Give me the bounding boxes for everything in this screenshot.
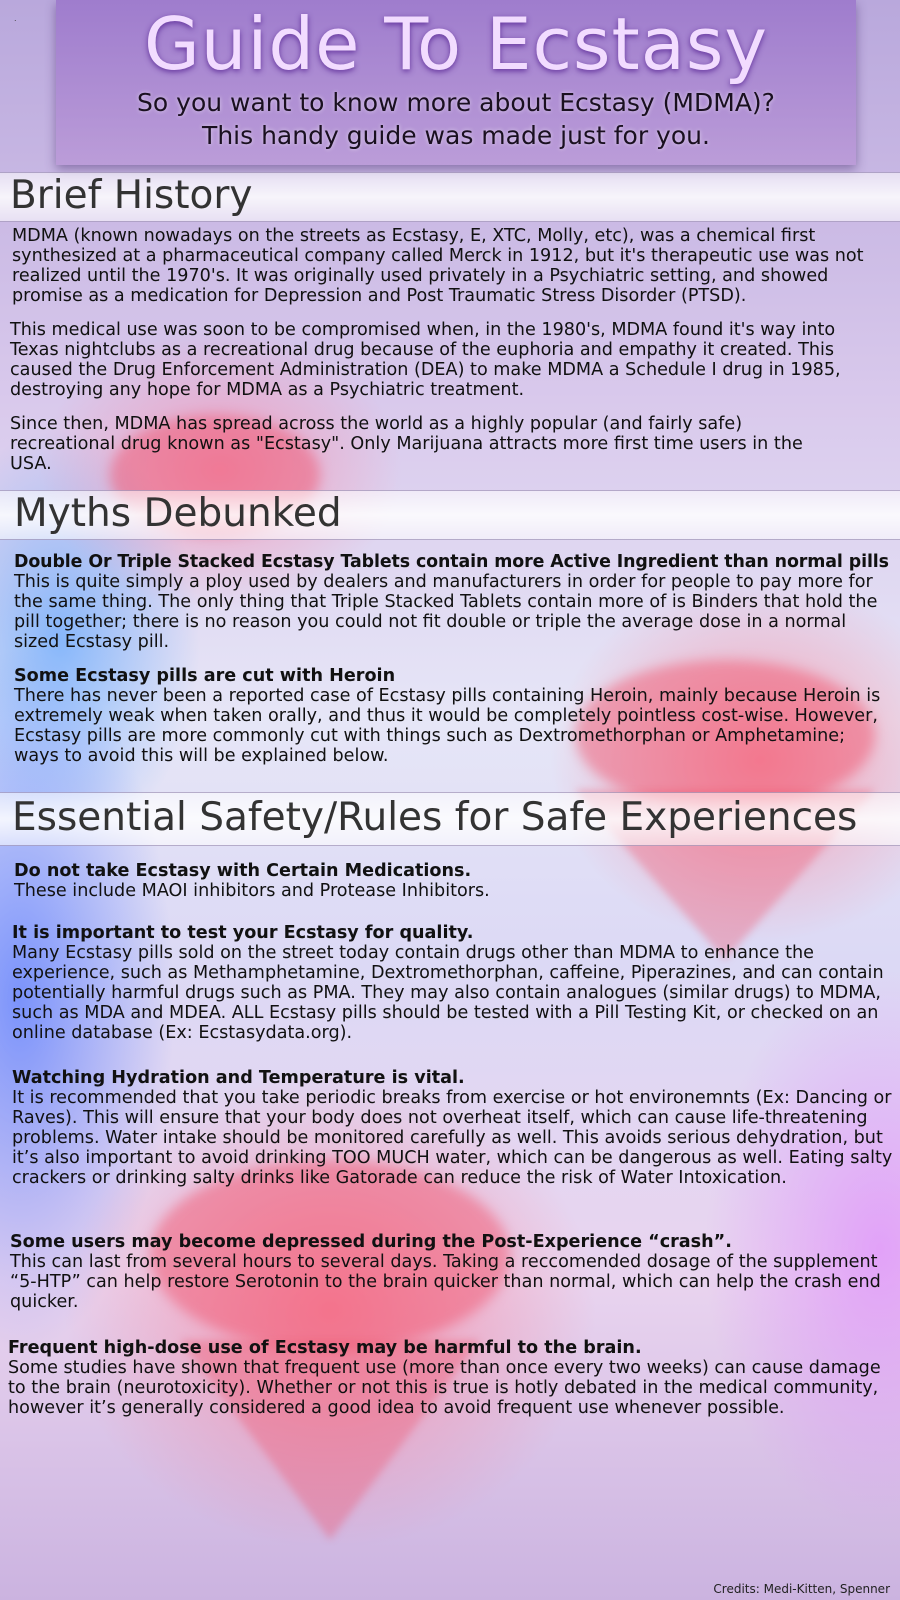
myth-1-heading: Double Or Triple Stacked Ecstasy Tablets… [14, 552, 889, 572]
section-title-history: Brief History [10, 173, 253, 218]
history-paragraph-2: This medical use was soon to be compromi… [10, 320, 841, 400]
header-banner: Guide To Ecstasy So you want to know mor… [56, 0, 856, 165]
safety-4-body: This can last from several hours to seve… [10, 1252, 881, 1312]
credits: Credits: Medi-Kitten, Spenner [713, 1582, 890, 1596]
subtitle-line-2: This handy guide was made just for you. [202, 121, 710, 150]
section-title-myths: Myths Debunked [14, 491, 342, 536]
history-paragraph-3: Since then, MDMA has spread across the w… [10, 414, 803, 474]
section-band-safety: Essential Safety/Rules for Safe Experien… [0, 792, 900, 846]
safety-2-heading: It is important to test your Ecstasy for… [12, 923, 474, 943]
corner-mark: . [14, 14, 17, 23]
page-title: Guide To Ecstasy [143, 2, 769, 86]
myth-1-body: This is quite simply a ploy used by deal… [14, 572, 878, 652]
subtitle-line-1: So you want to know more about Ecstasy (… [137, 88, 775, 117]
safety-2-body: Many Ecstasy pills sold on the street to… [12, 943, 884, 1043]
safety-3-body: It is recommended that you take periodic… [12, 1088, 893, 1188]
safety-1-heading: Do not take Ecstasy with Certain Medicat… [14, 861, 472, 881]
safety-5-heading: Frequent high-dose use of Ecstasy may be… [8, 1338, 642, 1358]
section-band-myths: Myths Debunked [0, 490, 900, 540]
safety-5-body: Some studies have shown that frequent us… [8, 1358, 881, 1418]
myth-2-heading: Some Ecstasy pills are cut with Heroin [14, 666, 396, 686]
section-title-safety: Essential Safety/Rules for Safe Experien… [12, 795, 858, 840]
section-band-history: Brief History [0, 172, 900, 222]
myth-2-body: There has never been a reported case of … [14, 686, 881, 766]
safety-1-body: These include MAOI inhibitors and Protea… [14, 881, 490, 901]
safety-3-heading: Watching Hydration and Temperature is vi… [12, 1068, 465, 1088]
safety-4-heading: Some users may become depressed during t… [10, 1232, 732, 1252]
history-paragraph-1: MDMA (known nowadays on the streets as E… [12, 226, 864, 306]
